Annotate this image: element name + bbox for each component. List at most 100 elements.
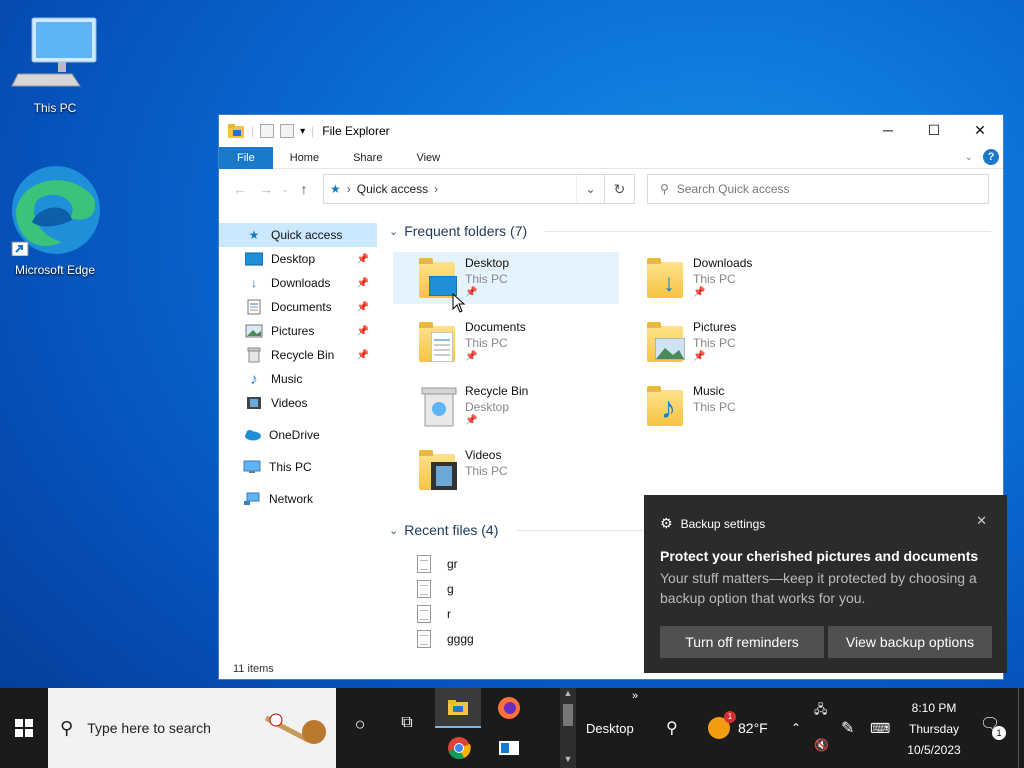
taskbar-search-box[interactable]: ⚲ Type here to search (48, 688, 336, 768)
address-bar[interactable]: ★ › Quick access › ⌄ (323, 174, 605, 204)
tab-file[interactable]: File (219, 146, 273, 169)
recent-file-row[interactable]: gggg (417, 630, 474, 648)
folder-name: Music (693, 384, 725, 398)
desktop-toolbar-label[interactable]: Desktop (586, 688, 634, 768)
expand-ribbon-icon[interactable]: ⌄ (965, 152, 973, 163)
title-bar: | ▾ | File Explorer ─ ☐ ✕ (219, 115, 1003, 147)
sidebar-item-pictures[interactable]: Pictures 📌 (219, 319, 377, 343)
mouse-cursor-icon (452, 293, 466, 313)
folder-tile-downloads[interactable]: ↓ Downloads This PC 📌 (621, 252, 847, 304)
weather-badge: 1 (724, 711, 736, 723)
folder-location: This PC (693, 400, 736, 414)
scrollbar-thumb[interactable] (563, 704, 573, 726)
taskbar-chrome[interactable] (437, 728, 481, 768)
folder-tile-music[interactable]: ♪ Music This PC (621, 380, 847, 432)
network-status-icon[interactable]: 🖧 (814, 700, 827, 721)
weather-widget[interactable]: 1 82°F (708, 688, 768, 768)
volume-muted-icon[interactable]: 🔇 (814, 738, 829, 752)
scroll-down-icon[interactable]: ▼ (560, 754, 576, 764)
close-icon[interactable]: ✕ (976, 513, 987, 529)
search-input[interactable]: ⚲ Search Quick access (647, 174, 989, 204)
people-icon[interactable]: ⚲ (666, 688, 678, 768)
maximize-button[interactable]: ☐ (911, 115, 957, 145)
customize-dropdown-icon[interactable]: ▾ (300, 126, 305, 137)
sidebar-item-this-pc[interactable]: This PC (219, 455, 377, 479)
recent-locations-icon[interactable]: ⌄ (279, 184, 291, 195)
up-button[interactable]: ↑ (291, 181, 317, 197)
network-icon (243, 491, 261, 507)
sidebar-item-music[interactable]: ♪ Music (219, 367, 377, 391)
folder-name: Documents (465, 320, 526, 334)
recycle-bin-icon (419, 384, 459, 428)
back-button[interactable]: ← (227, 181, 253, 197)
pen-workspace-icon[interactable]: ✎ (841, 688, 854, 768)
taskbar-file-explorer[interactable] (435, 688, 481, 728)
toast-title: Protect your cherished pictures and docu… (660, 548, 979, 564)
folder-tile-pictures[interactable]: Pictures This PC 📌 (621, 316, 847, 368)
folder-location: This PC (465, 464, 508, 478)
start-button[interactable] (0, 688, 48, 768)
breadcrumb[interactable]: Quick access (357, 182, 428, 196)
sidebar-item-network[interactable]: Network (219, 487, 377, 511)
sidebar-item-label: Music (271, 372, 303, 386)
scroll-up-icon[interactable]: ▲ (560, 688, 576, 698)
folder-location: This PC (693, 272, 736, 286)
sidebar-item-documents[interactable]: Documents 📌 (219, 295, 377, 319)
recent-file-row[interactable]: r (417, 605, 451, 623)
pin-icon: 📌 (693, 351, 706, 362)
navigation-pane: ★ Quick access Desktop 📌 ↓ Downloads 📌 D… (219, 223, 377, 653)
minimize-button[interactable]: ─ (865, 115, 911, 145)
folder-tile-videos[interactable]: Videos This PC (393, 444, 619, 496)
chrome-icon (448, 737, 471, 760)
toast-app-name: Backup settings (680, 516, 766, 531)
tab-view[interactable]: View (399, 147, 457, 169)
chevron-right-icon[interactable]: › (434, 182, 438, 196)
recent-file-row[interactable]: g (417, 580, 454, 598)
clock[interactable]: 8:10 PM Thursday 10/5/2023 (896, 698, 972, 761)
sidebar-item-onedrive[interactable]: OneDrive (219, 423, 377, 447)
recent-file-row[interactable]: gr (417, 555, 458, 573)
desktop-icon-this-pc[interactable]: This PC (10, 14, 100, 115)
action-center-button[interactable]: 🗨 1 (980, 714, 1010, 740)
forward-button[interactable]: → (253, 181, 279, 197)
pin-icon: 📌 (465, 351, 478, 362)
taskbar-scrollbar[interactable]: ▲ ▼ (560, 688, 576, 768)
clock-day: Thursday (908, 722, 960, 736)
new-folder-icon[interactable] (280, 124, 295, 138)
status-bar-item-count: 11 items (233, 663, 274, 675)
frequent-folders-header[interactable]: ⌄ Frequent folders (7) (385, 219, 1003, 243)
folder-icon (228, 124, 244, 138)
show-hidden-icons-button[interactable]: ⌃ (791, 688, 801, 768)
help-icon[interactable]: ? (983, 149, 999, 165)
refresh-button[interactable]: ↻ (605, 174, 635, 204)
taskbar-firefox[interactable] (487, 688, 531, 728)
sidebar-item-videos[interactable]: Videos (219, 391, 377, 415)
ribbon-tabs: File Home Share View ⌄ ? (219, 146, 1003, 169)
view-backup-options-button[interactable]: View backup options (828, 626, 992, 658)
tab-share[interactable]: Share (336, 147, 399, 169)
sidebar-item-quick-access[interactable]: ★ Quick access (219, 223, 377, 247)
taskbar-news-app[interactable] (487, 728, 531, 768)
turn-off-reminders-button[interactable]: Turn off reminders (660, 626, 824, 658)
sidebar-item-label: Downloads (271, 276, 331, 290)
close-button[interactable]: ✕ (957, 115, 1003, 145)
firefox-icon (498, 697, 520, 719)
weather-sun-icon: 1 (708, 711, 736, 739)
text-file-icon (417, 580, 431, 598)
sidebar-item-desktop[interactable]: Desktop 📌 (219, 247, 377, 271)
folder-tile-documents[interactable]: Documents This PC 📌 (393, 316, 619, 368)
desktop-icon-edge[interactable]: Microsoft Edge (10, 164, 100, 277)
edge-icon (11, 166, 100, 257)
touch-keyboard-icon[interactable]: ⌨ (870, 688, 890, 768)
sidebar-item-downloads[interactable]: ↓ Downloads 📌 (219, 271, 377, 295)
sidebar-item-recycle-bin[interactable]: Recycle Bin 📌 (219, 343, 377, 367)
cortana-icon[interactable]: ○ (344, 714, 376, 735)
address-dropdown-icon[interactable]: ⌄ (576, 175, 604, 203)
tab-home[interactable]: Home (273, 147, 336, 169)
folder-tile-recycle-bin[interactable]: Recycle Bin Desktop 📌 (393, 380, 619, 432)
show-desktop-button[interactable] (1018, 688, 1024, 768)
task-view-icon[interactable]: ⧉ (390, 714, 424, 732)
this-pc-icon (243, 459, 261, 475)
properties-icon[interactable] (260, 124, 275, 138)
folder-tile-desktop[interactable]: Desktop This PC 📌 (393, 252, 619, 304)
